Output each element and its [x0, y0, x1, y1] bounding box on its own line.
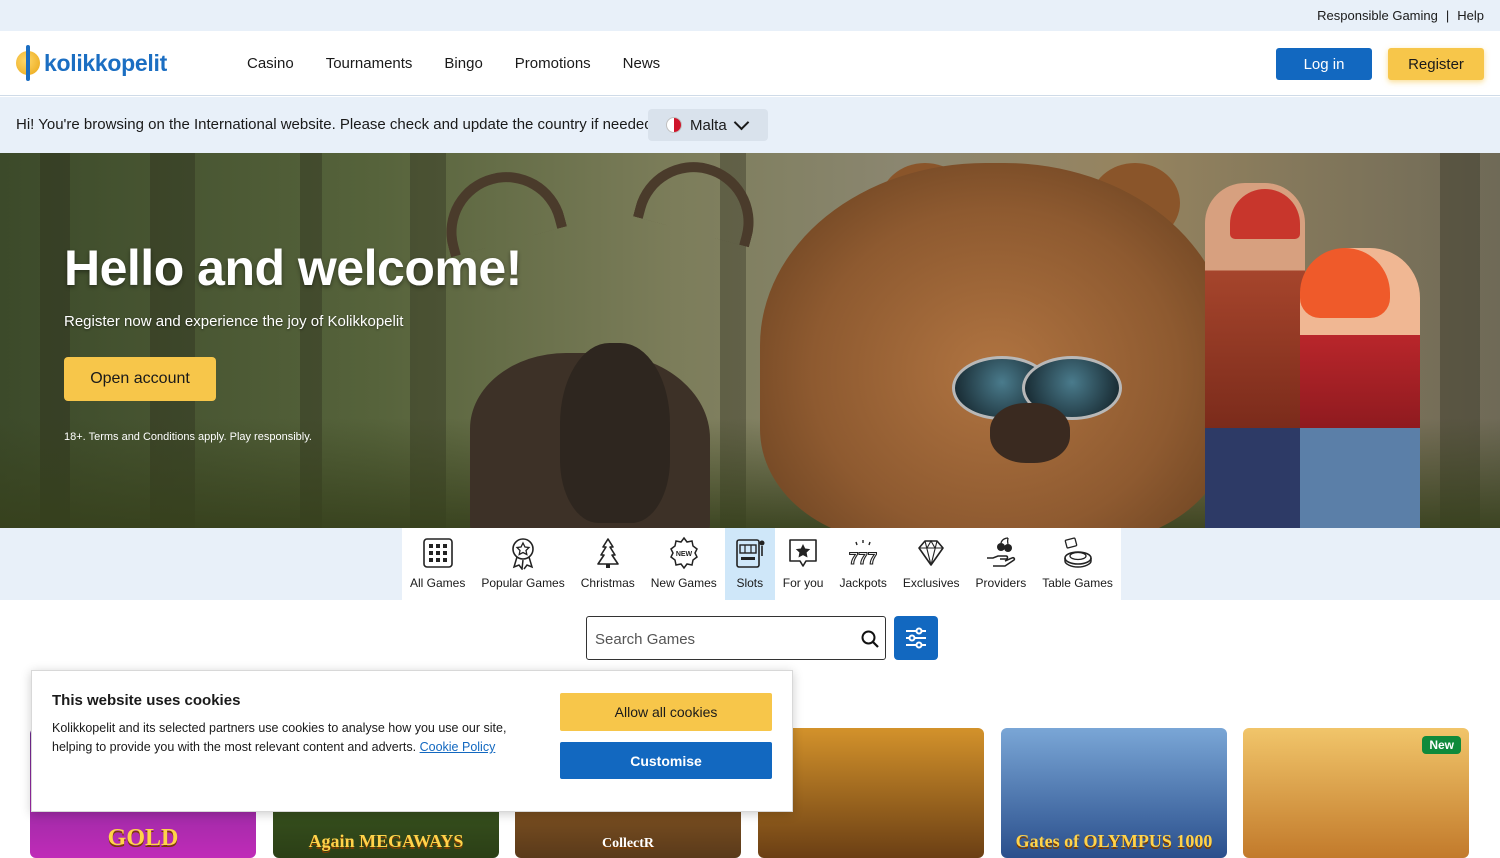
game-title: CollectR — [601, 836, 655, 851]
award-icon — [512, 538, 534, 570]
game-tile[interactable]: Gates of OLYMPUS 1000 — [1001, 728, 1227, 858]
category-label: Exclusives — [902, 576, 960, 590]
main-nav: Casino Tournaments Bingo Promotions News — [247, 31, 660, 95]
search-icon[interactable] — [861, 630, 879, 648]
grid-icon — [422, 538, 453, 568]
diamond-icon — [918, 539, 944, 566]
category-label: Providers — [975, 576, 1027, 590]
category-jackpots[interactable]: 777 Jackpots — [831, 528, 894, 600]
category-new-games[interactable]: NEW New Games — [643, 528, 725, 600]
category-bar: All Games Popular Games Christmas NEW Ne… — [0, 528, 1500, 600]
game-title: Gates of OLYMPUS 1000 — [1015, 831, 1213, 851]
hand-cherry-icon — [986, 537, 1015, 567]
category-christmas[interactable]: Christmas — [573, 528, 643, 600]
category-exclusives[interactable]: Exclusives — [895, 528, 968, 600]
category-label: All Games — [410, 576, 466, 590]
category-all-games[interactable]: All Games — [402, 528, 473, 600]
nav-bingo[interactable]: Bingo — [444, 55, 482, 72]
bear-image — [760, 163, 1230, 528]
game-tile[interactable]: New — [1243, 728, 1469, 858]
category-label: Table Games — [1042, 576, 1113, 590]
help-link[interactable]: Help — [1457, 8, 1484, 23]
category-tabs: All Games Popular Games Christmas NEW Ne… — [402, 528, 1121, 600]
svg-text:777: 777 — [849, 549, 877, 568]
customise-cookies-button[interactable]: Customise — [560, 742, 772, 779]
category-popular-games[interactable]: Popular Games — [473, 528, 572, 600]
country-select-value: Malta — [690, 116, 727, 134]
responsible-gaming-link[interactable]: Responsible Gaming — [1317, 8, 1438, 23]
utility-bar: Responsible Gaming | Help — [0, 0, 1500, 31]
cookie-title: This website uses cookies — [52, 692, 241, 709]
search-box — [586, 616, 886, 660]
sevens-icon: 777 — [848, 540, 878, 569]
utility-separator: | — [1445, 8, 1450, 23]
country-notice-bar: Hi! You're browsing on the International… — [0, 97, 1500, 153]
login-button[interactable]: Log in — [1276, 48, 1372, 80]
open-account-button[interactable]: Open account — [64, 357, 216, 401]
category-providers[interactable]: Providers — [968, 528, 1035, 600]
country-select[interactable]: Malta — [648, 109, 768, 141]
hero-disclaimer: 18+. Terms and Conditions apply. Play re… — [64, 431, 312, 443]
cookie-policy-link[interactable]: Cookie Policy — [420, 740, 496, 754]
hero-title: Hello and welcome! — [64, 240, 522, 296]
search-input[interactable] — [595, 627, 845, 651]
nav-tournaments[interactable]: Tournaments — [326, 55, 413, 72]
country-message: Hi! You're browsing on the International… — [16, 116, 657, 133]
allow-all-cookies-button[interactable]: Allow all cookies — [560, 693, 772, 731]
star-bubble-icon — [789, 539, 817, 567]
nav-news[interactable]: News — [623, 55, 661, 72]
slot-machine-icon — [735, 539, 765, 568]
game-title: GOLD — [107, 825, 179, 851]
new-badge-icon: NEW — [669, 536, 698, 570]
cookie-text: Kolikkopelit and its selected partners u… — [52, 719, 512, 757]
new-badge: New — [1422, 736, 1461, 754]
roulette-icon — [1063, 537, 1092, 568]
category-label: For you — [782, 576, 824, 590]
tree-icon — [596, 538, 619, 568]
register-button[interactable]: Register — [1388, 48, 1484, 80]
category-label: Christmas — [580, 576, 635, 590]
hero-banner: Hello and welcome! Register now and expe… — [0, 153, 1500, 528]
coin-logo-icon — [16, 43, 42, 83]
category-for-you[interactable]: For you — [775, 528, 832, 600]
category-slots[interactable]: Slots — [724, 528, 775, 600]
svg-text:NEW: NEW — [676, 551, 693, 558]
sliders-icon — [906, 627, 926, 649]
site-logo[interactable]: kolikkopelit — [16, 43, 167, 83]
hero-subtitle: Register now and experience the joy of K… — [64, 313, 404, 330]
chevron-down-icon — [733, 114, 749, 130]
category-label: New Games — [650, 576, 717, 590]
category-table-games[interactable]: Table Games — [1034, 528, 1121, 600]
main-header: kolikkopelit Casino Tournaments Bingo Pr… — [0, 31, 1500, 96]
malta-flag-icon — [666, 117, 682, 133]
logo-text: kolikkopelit — [44, 49, 167, 76]
game-title: Again MEGAWAYS — [308, 831, 464, 851]
nav-casino[interactable]: Casino — [247, 55, 294, 72]
category-label: Jackpots — [839, 576, 887, 590]
filter-button[interactable] — [894, 616, 938, 660]
nav-promotions[interactable]: Promotions — [515, 55, 591, 72]
category-label: Popular Games — [481, 576, 565, 590]
category-label: Slots — [736, 576, 764, 590]
cookie-dialog: This website uses cookies Kolikkopelit a… — [31, 670, 793, 812]
